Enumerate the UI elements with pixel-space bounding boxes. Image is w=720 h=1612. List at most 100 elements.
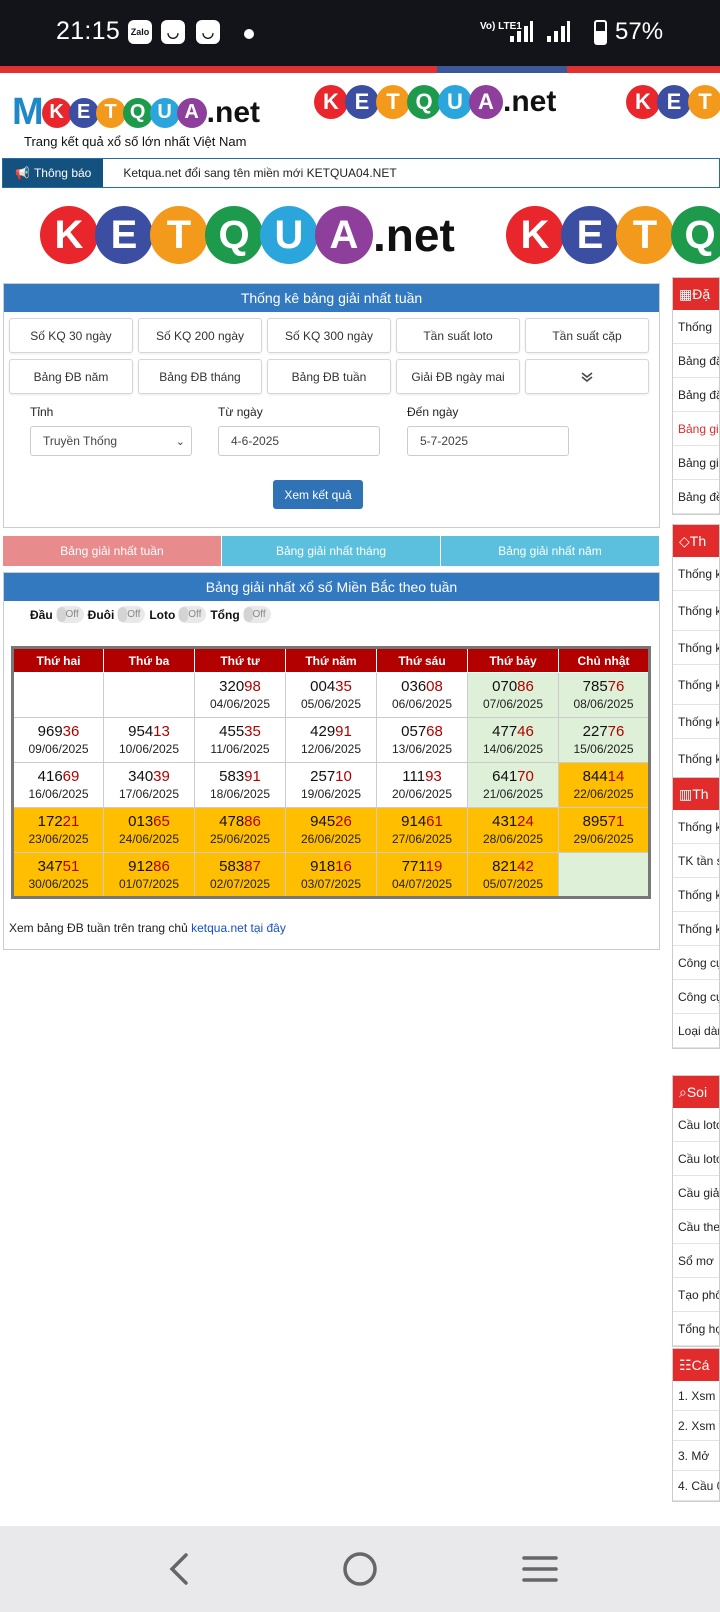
sidebar-link[interactable]: TK tần s: [673, 844, 719, 878]
btn-giai-db-ngay-mai[interactable]: Giải ĐB ngày mai: [396, 359, 520, 394]
prize-number-tail: 87: [244, 857, 261, 875]
sidebar-section-icon: ☷: [679, 1356, 692, 1373]
battery-percent: 57%: [615, 18, 664, 45]
tab-yearly[interactable]: Bảng giải nhất năm: [441, 536, 660, 566]
sidebar-link[interactable]: Bảng đề: [673, 480, 719, 514]
sidebar-link[interactable]: Thống k: [673, 705, 719, 739]
btn-so-kq-300[interactable]: Số KQ 300 ngày: [267, 318, 391, 353]
day-header: Chủ nhật: [558, 647, 650, 673]
prize-date: 22/06/2025: [573, 787, 634, 801]
sidebar-link[interactable]: Cầu loto: [673, 1142, 719, 1176]
btn-so-kq-200[interactable]: Số KQ 200 ngày: [138, 318, 262, 353]
sidebar-link[interactable]: 2. Xsm tum: [673, 1411, 719, 1441]
prize-number-tail: 86: [153, 857, 170, 875]
status-bar: 21:15 Zalo ◡ ◡ Vo) LTE1 57%: [0, 0, 720, 66]
sidebar-link[interactable]: Thống k loto: [673, 591, 719, 631]
sidebar-link[interactable]: Sổ mơ: [673, 1244, 719, 1278]
site-logo[interactable]: M K E T Q U A .net: [12, 91, 260, 134]
back-icon[interactable]: [166, 1552, 192, 1586]
shopping-bag-icon-2: ◡: [196, 20, 220, 44]
day-header: Thứ hai: [12, 647, 104, 673]
prize-number-tail: 26: [335, 813, 352, 830]
sidebar-link[interactable]: Tổng hợ: [673, 1312, 719, 1346]
prize-date: 09/06/2025: [28, 742, 89, 756]
view-results-button[interactable]: Xem kết quả: [273, 480, 363, 509]
btn-tan-suat-cap[interactable]: Tần suất cặp: [525, 318, 649, 353]
prize-date: 05/07/2025: [482, 876, 544, 891]
prize-cell: 45535 11/06/2025: [194, 717, 286, 763]
prize-cell: 47886 25/06/2025: [194, 807, 286, 853]
prize-number-tail: 19: [425, 857, 443, 875]
prize-date: 18/06/2025: [209, 787, 271, 801]
prize-number-head: 227: [582, 723, 608, 740]
sidebar-link[interactable]: Thống k: [673, 557, 719, 591]
prize-number-head: 455: [219, 723, 245, 740]
province-select[interactable]: Truyền Thống ⌄: [30, 426, 192, 456]
sidebar-link[interactable]: Bảng đặ: [673, 344, 719, 378]
btn-bang-db-tuan[interactable]: Bảng ĐB tuần: [267, 359, 391, 394]
sidebar-link[interactable]: Thống: [673, 310, 719, 344]
sidebar-link[interactable]: 1. Xsm kiên: [673, 1381, 719, 1411]
prize-number: 58387: [195, 858, 285, 876]
sidebar-link[interactable]: Cầu the: [673, 1210, 719, 1244]
home-icon[interactable]: [342, 1551, 378, 1587]
btn-tan-suat-loto[interactable]: Tần suất loto: [396, 318, 520, 353]
prize-number: 11193: [377, 768, 467, 786]
tab-monthly[interactable]: Bảng giải nhất tháng: [222, 536, 441, 566]
prize-cell: 34039 17/06/2025: [103, 762, 195, 808]
toggle-dau[interactable]: Off: [55, 606, 84, 623]
sidebar-link[interactable]: Bảng giả: [673, 412, 719, 446]
btn-bang-db-nam[interactable]: Bảng ĐB năm: [9, 359, 133, 394]
prize-number-head: 914: [401, 813, 427, 830]
ad-logo-2[interactable]: K E T: [626, 85, 720, 119]
prize-number: 43124: [468, 813, 558, 831]
prize-date: 10/06/2025: [118, 742, 180, 756]
prize-cell: 58391 18/06/2025: [194, 762, 286, 808]
sidebar-link[interactable]: Thống k theo Đặ: [673, 739, 719, 779]
expand-more-button[interactable]: [525, 359, 649, 394]
btn-bang-db-thang[interactable]: Bảng ĐB tháng: [138, 359, 262, 394]
to-date-input[interactable]: 5-7-2025: [407, 426, 569, 456]
sidebar-link[interactable]: Thống k: [673, 810, 719, 844]
ad-logo-1[interactable]: K E T Q U A .net: [314, 85, 556, 119]
top-menu-stripe: [0, 66, 720, 73]
prize-number-tail: 68: [426, 723, 443, 740]
prize-cell: 64170 21/06/2025: [467, 762, 559, 808]
toggle-loto[interactable]: Off: [178, 606, 207, 623]
sidebar-link[interactable]: Thống k: [673, 878, 719, 912]
prize-number: 17221: [14, 813, 103, 831]
tab-weekly[interactable]: Bảng giải nhất tuần: [3, 536, 222, 566]
toggle-duoi[interactable]: Off: [117, 606, 146, 623]
sidebar-link[interactable]: Cầu loto: [673, 1108, 719, 1142]
sidebar-link[interactable]: Thống k: [673, 912, 719, 946]
sidebar-link[interactable]: Bảng đặ: [673, 378, 719, 412]
sidebar-link[interactable]: Cầu giải: [673, 1176, 719, 1210]
sidebar-link[interactable]: Bảng giả: [673, 446, 719, 480]
prize-cell: 82142 05/07/2025: [467, 852, 559, 898]
sidebar-link[interactable]: Tạo phô: [673, 1278, 719, 1312]
prize-cell: 07086 07/06/2025: [467, 672, 559, 718]
ad-banner[interactable]: K E T Q U A .net K E T Q U A: [0, 196, 720, 274]
recents-menu-icon[interactable]: [522, 1554, 558, 1584]
homepage-link[interactable]: ketqua.net tại đây: [191, 921, 286, 935]
stats-panel-title: Thống kê bảng giải nhất tuần: [4, 284, 659, 312]
btn-so-kq-30[interactable]: Số KQ 30 ngày: [9, 318, 133, 353]
notice-text[interactable]: Ketqua.net đổi sang tên miền mới KETQUA0…: [123, 166, 396, 180]
prize-number-head: 771: [401, 857, 426, 875]
sidebar-link[interactable]: Thống k: [673, 631, 719, 665]
toggle-tong[interactable]: Off: [242, 606, 271, 623]
prize-date: 29/06/2025: [573, 832, 634, 846]
sidebar-link[interactable]: Công cụ: [673, 946, 719, 980]
sidebar-link[interactable]: Công cụ VIP: [673, 980, 719, 1014]
day-header: Thứ ba: [103, 647, 195, 673]
prize-date: 02/07/2025: [209, 876, 271, 891]
prize-date: 19/06/2025: [300, 787, 362, 801]
prize-number-tail: 39: [153, 768, 170, 785]
prize-cell: 05768 13/06/2025: [376, 717, 468, 763]
sidebar-link[interactable]: Loại dàn: [673, 1014, 719, 1048]
sidebar-link[interactable]: 3. Mở: [673, 1441, 719, 1471]
sidebar-link[interactable]: 4. Cầu 07 /: [673, 1471, 719, 1501]
sidebar-link[interactable]: Thống k loto: [673, 665, 719, 705]
prize-number: 78576: [559, 678, 648, 696]
from-date-input[interactable]: 4-6-2025: [218, 426, 380, 456]
